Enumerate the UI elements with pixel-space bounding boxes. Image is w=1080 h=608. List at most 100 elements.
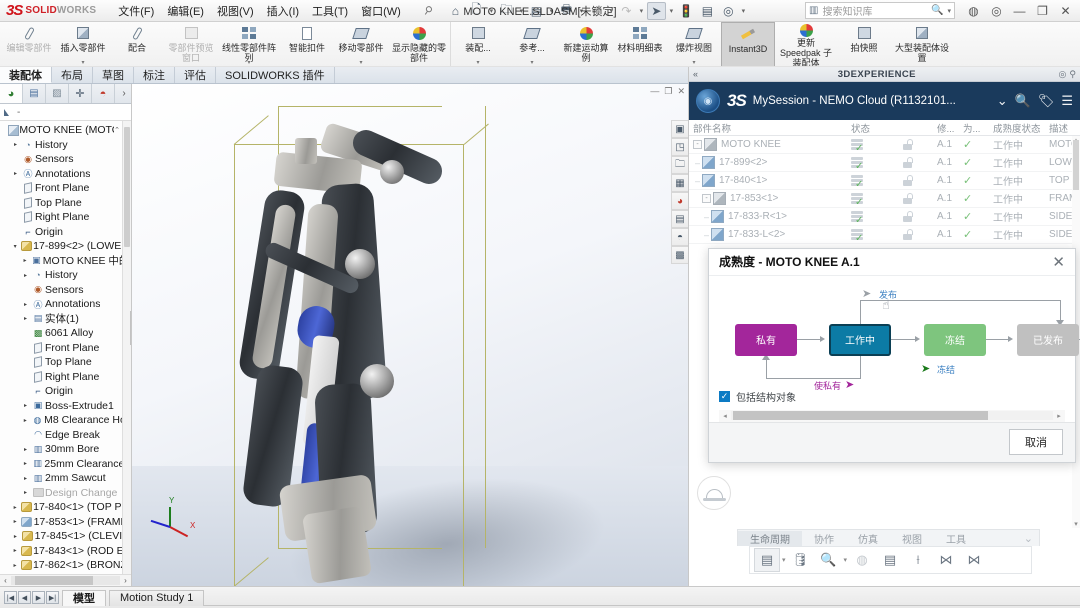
table-row[interactable]: –17-840<1>✓A.1✓工作中TOP PIV	[689, 172, 1080, 190]
insert-component-button[interactable]: 插入零部件 ▾	[56, 22, 110, 67]
undo-chevron-down-icon[interactable]: ▾	[608, 7, 615, 15]
unlocked-icon[interactable]	[903, 229, 913, 240]
take-snapshot-button[interactable]: 拍快照	[837, 22, 891, 67]
tag-icon[interactable]: 🏷	[1038, 93, 1055, 109]
lifecycle-wheel-icon[interactable]: ◍	[849, 548, 875, 572]
chevron-down-icon[interactable]: ▾	[947, 7, 951, 15]
search-revision-icon[interactable]: 🔍	[816, 548, 842, 572]
feature-tree-tab[interactable]: ◕	[0, 84, 23, 103]
save-icon[interactable]: ▤	[527, 2, 546, 20]
column-header-name[interactable]: 部件名称	[689, 121, 847, 135]
assembly-feature-chevron-down-icon[interactable]: ▾	[476, 59, 479, 66]
feature-tree-node[interactable]: ◉Sensors	[0, 152, 131, 167]
table-row[interactable]: –17-899<2>✓A.1✓工作中LOWER	[689, 154, 1080, 172]
expand-arrow-icon[interactable]: ▸	[10, 518, 20, 525]
tab-lifecycle[interactable]: 生命周期	[738, 531, 802, 546]
previous-study-button[interactable]: ◀	[18, 591, 31, 604]
unlocked-icon[interactable]	[903, 157, 913, 168]
feature-tree-node[interactable]: ▸▥30mm Bore	[0, 442, 131, 457]
large-assembly-settings-button[interactable]: 大型装配体设置	[891, 22, 953, 67]
expand-arrow-icon[interactable]: ▸	[20, 257, 30, 264]
menu-item-file[interactable]: 文件(F)	[118, 3, 154, 19]
dialog-scroll-left-icon[interactable]: ◂	[719, 412, 731, 420]
panel-resize-grip[interactable]	[130, 311, 131, 345]
settings-icon[interactable]: ◎	[1059, 69, 1067, 80]
component-preview-button[interactable]: 零部件预览窗口	[164, 22, 218, 67]
feature-tree-node[interactable]: ▸◔History	[0, 138, 131, 153]
cancel-button[interactable]: 取消	[1009, 429, 1063, 455]
feature-tree-node[interactable]: ▾17-899<2> (LOWER B	[0, 239, 131, 254]
first-study-button[interactable]: |◀	[4, 591, 17, 604]
feature-tree-node[interactable]: ▸▤实体(1)	[0, 312, 131, 327]
select-cursor-icon[interactable]: ➤	[647, 2, 666, 20]
expand-arrow-icon[interactable]: ▸	[10, 547, 20, 554]
menu-item-insert[interactable]: 插入(I)	[267, 3, 299, 19]
mate-button[interactable]: 配合	[110, 22, 164, 67]
menu-item-view[interactable]: 视图(V)	[217, 3, 254, 19]
update-speedpak-button[interactable]: 更新 Speedpak 子装配体	[775, 22, 837, 67]
scroll-right-arrow-icon[interactable]: ›	[120, 576, 131, 585]
column-header-state[interactable]: 状态	[847, 121, 899, 135]
feature-tree-scrollbar[interactable]	[122, 121, 131, 574]
expand-arrow-icon[interactable]: ▸	[20, 417, 31, 424]
include-structure-objects-checkbox[interactable]: ✓	[719, 391, 730, 402]
unlocked-icon[interactable]	[903, 193, 913, 204]
feature-tree-node[interactable]: ▸17-843<1> (ROD END	[0, 544, 131, 559]
table-row[interactable]: –17-833-R<1>✓A.1✓工作中SIDE PL	[689, 208, 1080, 226]
duplicate-branch-icon[interactable]: ⋈	[961, 548, 987, 572]
redo-chevron-down-icon[interactable]: ▾	[638, 7, 645, 15]
insert-component-chevron-down-icon[interactable]: ▾	[81, 59, 84, 66]
traffic-light-icon[interactable]: 🚦	[677, 2, 696, 20]
cell-lock[interactable]	[899, 157, 933, 168]
tab-layout[interactable]: 布局	[52, 67, 93, 83]
database-refresh-icon[interactable]: 🛢	[788, 548, 814, 572]
tab-view[interactable]: 视图	[890, 531, 934, 546]
feature-tree-node[interactable]: ◉Sensors	[0, 283, 131, 298]
tab-evaluate[interactable]: 评估	[175, 67, 216, 83]
unlocked-icon[interactable]	[903, 211, 913, 222]
transition-label-make-private[interactable]: 使私有	[814, 379, 841, 392]
redo-icon[interactable]: ↷	[617, 2, 636, 20]
expand-arrow-icon[interactable]: ▸	[20, 402, 31, 409]
feature-tree-hscrollbar[interactable]: ‹ ›	[0, 574, 131, 586]
instant3d-button[interactable]: Instant3D	[721, 22, 775, 67]
feature-tree-node[interactable]: ▸ⒶAnnotations	[0, 297, 131, 312]
viewport-close-icon[interactable]: ✕	[677, 86, 685, 97]
property-manager-tab[interactable]: ▤	[23, 84, 46, 103]
feature-tree-node[interactable]: ▸17-845<1> (CLEVIS)	[0, 529, 131, 544]
assembly-features-button[interactable]: 装配... ▾	[451, 22, 505, 67]
view-palette-icon[interactable]: ▦	[671, 174, 688, 192]
viewport-minimize-icon[interactable]: —	[650, 86, 659, 97]
options-gear-icon[interactable]: ◎	[719, 2, 738, 20]
minimize-button[interactable]: —	[1009, 2, 1030, 20]
include-structure-objects-row[interactable]: ✓ 包括结构对象	[719, 389, 1065, 404]
column-header-maturity[interactable]: 成熟度状态	[989, 121, 1045, 135]
expand-arrow-icon[interactable]: ▸	[20, 315, 31, 322]
table-row[interactable]: –17-833-L<2>✓A.1✓工作中SIDE PL	[689, 226, 1080, 244]
tab-sw-addins[interactable]: SOLIDWORKS 插件	[216, 67, 335, 83]
linear-component-pattern-button[interactable]: 线性零部件阵列 ▾	[218, 22, 280, 67]
expand-arrow-icon[interactable]: ▸	[20, 489, 31, 496]
feature-tree-node[interactable]: ▸▣Boss-Extrude1	[0, 399, 131, 414]
feature-tree-node[interactable]: ⌐Origin	[0, 384, 131, 399]
cell-lock[interactable]	[899, 193, 933, 204]
feature-tree-node[interactable]: ▸◍M8 Clearance Hole	[0, 413, 131, 428]
cell-lock[interactable]	[899, 175, 933, 186]
feature-tree-node[interactable]: ▸◔History	[0, 268, 131, 283]
search-knowledge-base[interactable]: ▥ 搜索知识库 🔍 ▾	[805, 2, 955, 19]
tab-sketch[interactable]: 草图	[93, 67, 134, 83]
3dexperience-icon[interactable]: ▣	[671, 120, 688, 138]
new-document-chevron-down-icon[interactable]: ▾	[488, 7, 495, 15]
search-icon[interactable]: 🔍	[1015, 93, 1031, 109]
menu-item-window[interactable]: 窗口(W)	[361, 3, 401, 19]
new-revision-icon[interactable]: ⟊	[905, 548, 931, 572]
home-icon[interactable]: ⌂	[446, 2, 465, 20]
exploded-view-button[interactable]: 爆炸视图 ▾	[667, 22, 721, 67]
save-chevron-down-icon[interactable]: ▾	[782, 556, 786, 564]
column-header-revision[interactable]: 修...	[933, 121, 959, 135]
feature-tree[interactable]: MOTO KNEE (MOTO KNE⌃▸◔History◉Sensors▸ⒶA…	[0, 121, 131, 574]
feature-tree-node[interactable]: Front Plane	[0, 341, 131, 356]
move-component-chevron-down-icon[interactable]: ▾	[359, 59, 362, 66]
expand-arrow-icon[interactable]: ▸	[10, 141, 21, 148]
undo-icon[interactable]: ↶	[587, 2, 606, 20]
